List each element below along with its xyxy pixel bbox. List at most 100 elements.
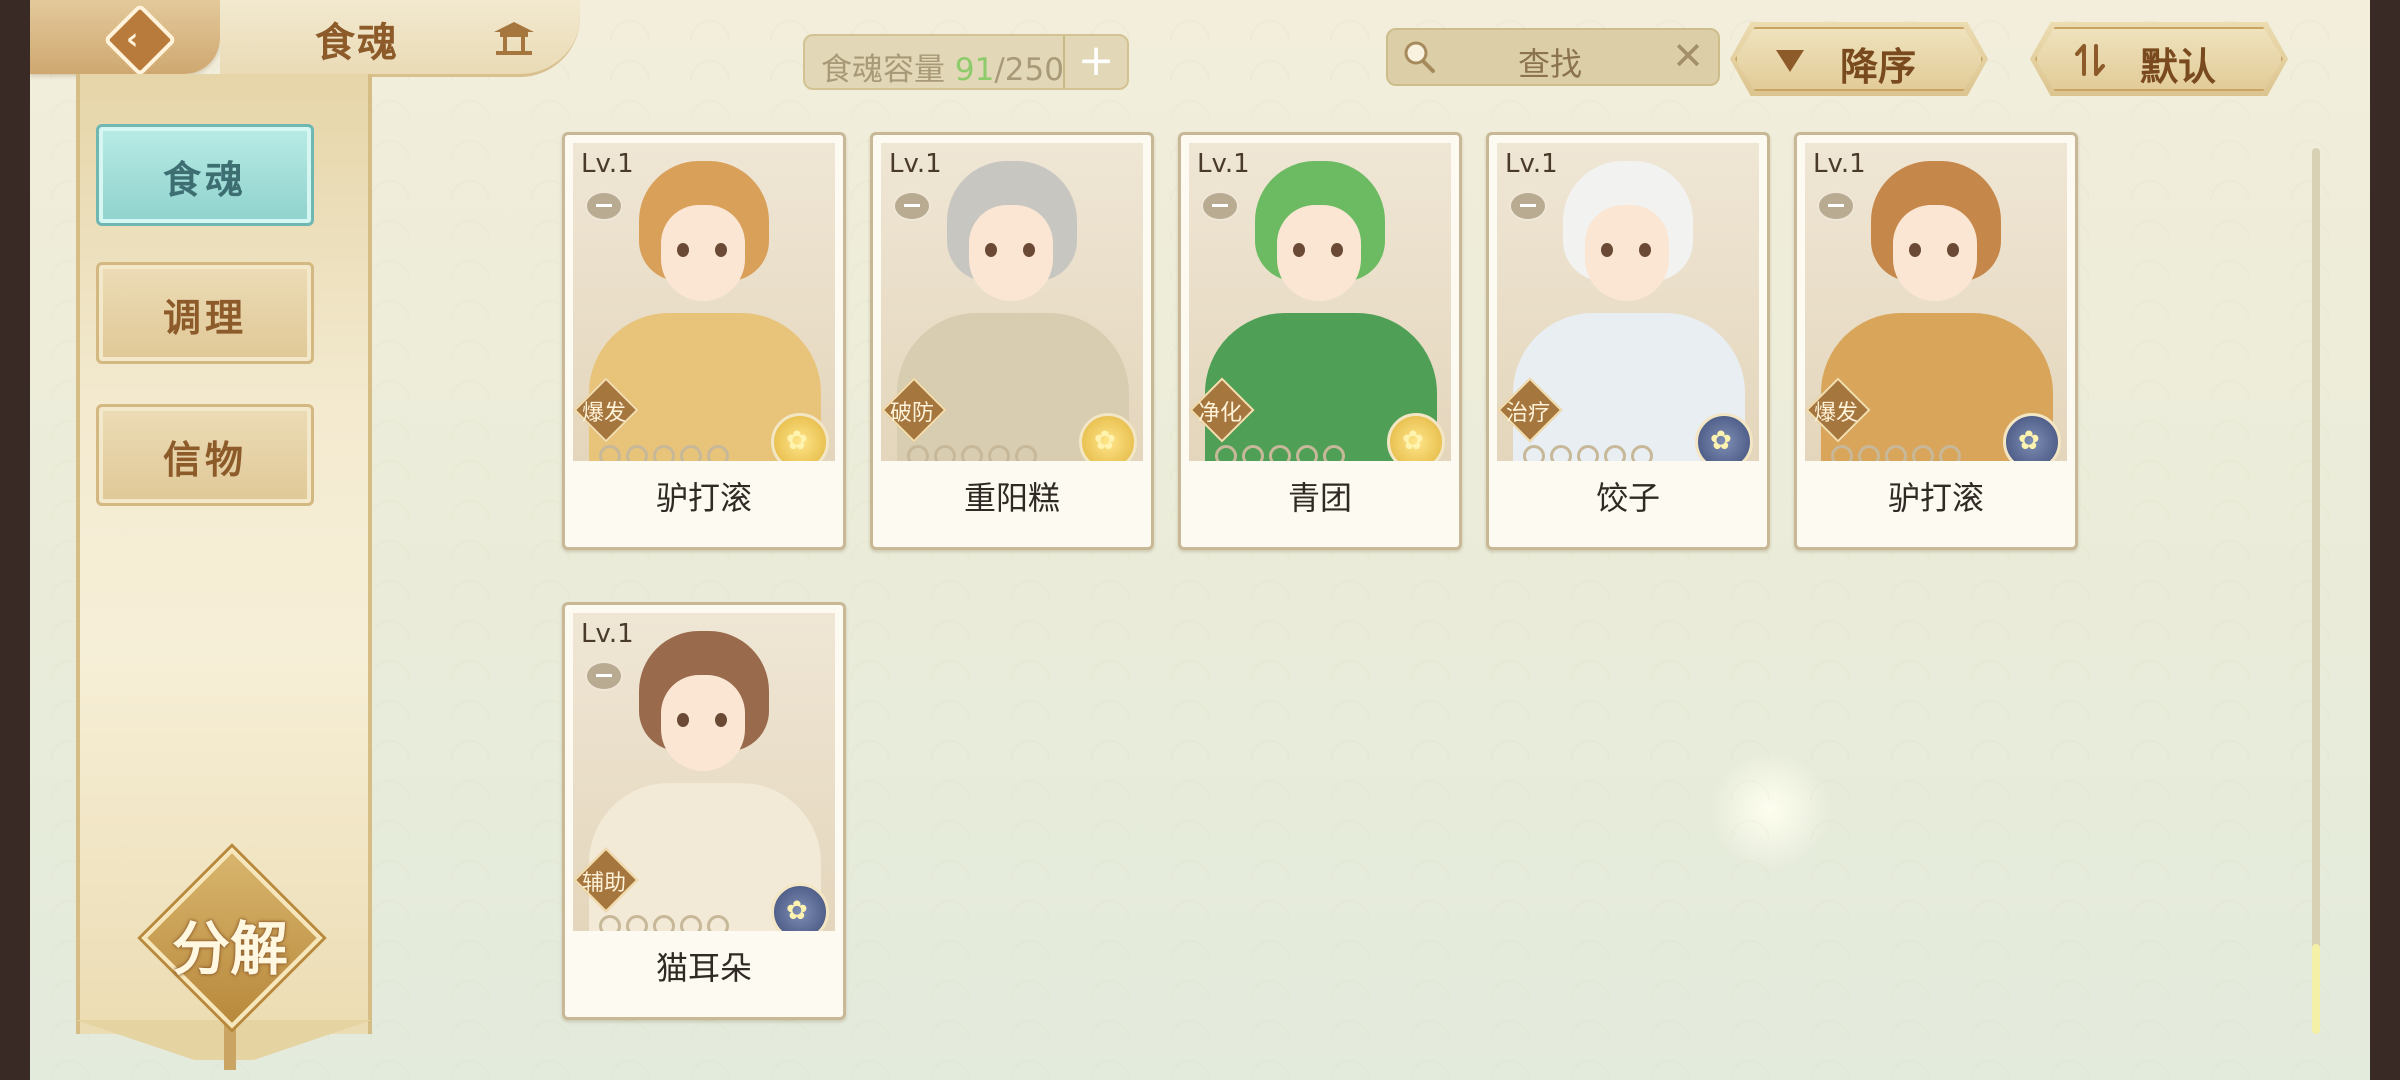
food-soul-card[interactable]: Lv.1 破防 ✿ 重阳糕 — [870, 132, 1154, 550]
star-icon — [907, 445, 929, 461]
skill-tag: 爆发 — [1805, 377, 1871, 443]
skill-label: 爆发 — [581, 401, 626, 426]
scrollbar-track[interactable] — [2312, 148, 2320, 1034]
star-icon — [1577, 445, 1599, 461]
card-portrait: Lv.1 破防 ✿ — [881, 143, 1143, 461]
character-eye — [1909, 243, 1921, 257]
capacity-current: 91 — [954, 52, 995, 88]
card-level: Lv.1 — [889, 149, 942, 179]
skill-label: 爆发 — [1813, 401, 1858, 426]
character-eye — [1601, 243, 1613, 257]
star-row — [907, 445, 1042, 461]
star-row — [1523, 445, 1658, 461]
star-icon — [1550, 445, 1572, 461]
card-portrait: Lv.1 爆发 ✿ — [573, 143, 835, 461]
capacity-box: 食魂容量 91/250 + — [803, 34, 1129, 90]
star-icon — [626, 445, 648, 461]
sort-default-button[interactable]: 默认 — [2030, 22, 2288, 96]
search-input[interactable]: 查找 ✕ — [1386, 28, 1720, 86]
star-icon — [988, 445, 1010, 461]
star-icon — [1523, 445, 1545, 461]
food-soul-card[interactable]: Lv.1 辅助 ✿ 猫耳朵 — [562, 602, 846, 1020]
card-level: Lv.1 — [581, 149, 634, 179]
rank-icon — [1817, 191, 1855, 221]
skill-label: 治疗 — [1505, 401, 1550, 426]
back-arrow-icon: ‹ — [126, 22, 139, 57]
card-portrait: Lv.1 净化 ✿ — [1189, 143, 1451, 461]
star-icon — [1939, 445, 1961, 461]
star-icon — [653, 915, 675, 931]
search-placeholder: 查找 — [1518, 45, 1583, 83]
rank-icon — [1509, 191, 1547, 221]
skill-tag: 治疗 — [1497, 377, 1563, 443]
nav-item-food-soul[interactable]: 食魂 — [96, 124, 314, 226]
card-name: 重阳糕 — [963, 479, 1060, 517]
character-eye — [1293, 243, 1305, 257]
triangle-down-icon — [1776, 50, 1804, 72]
character-eye — [985, 243, 997, 257]
add-capacity-button[interactable]: + — [1063, 36, 1127, 88]
character-eye — [677, 243, 689, 257]
food-soul-card[interactable]: Lv.1 爆发 ✿ 驴打滚 — [1794, 132, 2078, 550]
capacity-max: /250 — [994, 52, 1064, 88]
rarity-flower: ✿ — [786, 426, 808, 456]
character-eye — [715, 243, 727, 257]
pavilion-icon[interactable] — [490, 18, 538, 58]
skill-tag: 辅助 — [573, 847, 639, 913]
card-level: Lv.1 — [581, 619, 634, 649]
skill-tag: 爆发 — [573, 377, 639, 443]
nav-item-conditioning[interactable]: 调理 — [96, 262, 314, 364]
card-portrait: Lv.1 治疗 ✿ — [1497, 143, 1759, 461]
star-icon — [707, 915, 729, 931]
scrollbar-thumb[interactable] — [2312, 944, 2320, 1034]
star-row — [599, 915, 734, 931]
skill-label: 辅助 — [581, 871, 626, 896]
food-soul-card[interactable]: Lv.1 爆发 ✿ 驴打滚 — [562, 132, 846, 550]
back-button[interactable] — [103, 3, 177, 77]
star-icon — [934, 445, 956, 461]
sort-order-label: 降序 — [1840, 45, 1917, 89]
rarity-flower: ✿ — [1402, 426, 1424, 456]
character-eye — [715, 713, 727, 727]
star-icon — [707, 445, 729, 461]
character-eye — [677, 713, 689, 727]
star-icon — [961, 445, 983, 461]
star-row — [1215, 445, 1350, 461]
decompose-label: 分解 — [171, 915, 288, 983]
food-soul-card[interactable]: Lv.1 净化 ✿ 青团 — [1178, 132, 1462, 550]
page-title: 食魂 — [315, 20, 399, 66]
nav-item-label: 食魂 — [162, 158, 247, 202]
star-icon — [680, 915, 702, 931]
star-icon — [1858, 445, 1880, 461]
character-face — [969, 205, 1053, 301]
star-icon — [1631, 445, 1653, 461]
food-soul-card[interactable]: Lv.1 治疗 ✿ 饺子 — [1486, 132, 1770, 550]
skill-label: 净化 — [1197, 401, 1242, 426]
nav-item-keepsake[interactable]: 信物 — [96, 404, 314, 506]
rarity-flower: ✿ — [2018, 426, 2040, 456]
star-icon — [1831, 445, 1853, 461]
star-row — [599, 445, 734, 461]
star-icon — [1885, 445, 1907, 461]
star-row — [1831, 445, 1966, 461]
sort-order-button[interactable]: 降序 — [1730, 22, 1988, 96]
card-level: Lv.1 — [1505, 149, 1558, 179]
character-eye — [1947, 243, 1959, 257]
back-tab[interactable]: ‹ — [30, 0, 220, 77]
rank-icon — [893, 191, 931, 221]
skill-tag: 净化 — [1189, 377, 1255, 443]
star-icon — [1269, 445, 1291, 461]
decompose-button[interactable]: 分解 — [141, 847, 323, 1029]
card-name: 饺子 — [1595, 479, 1660, 517]
card-name: 猫耳朵 — [655, 949, 752, 987]
star-icon — [599, 445, 621, 461]
nav-item-label: 信物 — [162, 438, 247, 482]
card-name: 驴打滚 — [1887, 479, 1984, 517]
star-icon — [680, 445, 702, 461]
clear-search-icon[interactable]: ✕ — [1672, 34, 1704, 78]
star-icon — [1242, 445, 1264, 461]
star-icon — [1215, 445, 1237, 461]
card-name: 驴打滚 — [655, 479, 752, 517]
search-icon — [1404, 41, 1435, 73]
card-level: Lv.1 — [1197, 149, 1250, 179]
